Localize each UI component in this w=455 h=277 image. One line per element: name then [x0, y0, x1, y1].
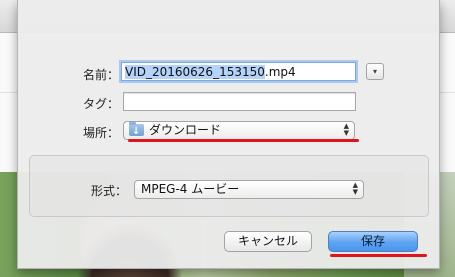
- downloads-folder-icon: [129, 122, 144, 140]
- save-dialog-sheet: 名前： VID_20160626_153150.mp4 ▾ タグ： 場所： ダウ…: [17, 0, 440, 269]
- tags-label: タグ：: [82, 97, 119, 111]
- tags-field[interactable]: [123, 92, 356, 111]
- filename-selected-text: VID_20160626_153150: [125, 65, 265, 79]
- chevron-down-icon: ▾: [372, 67, 377, 76]
- where-label: 場所：: [82, 126, 119, 140]
- format-value: MPEG-4 ムービー: [141, 182, 240, 196]
- where-popup[interactable]: ダウンロード ▲▼: [123, 121, 355, 140]
- name-label: 名前：: [82, 68, 119, 82]
- save-button[interactable]: 保存: [328, 231, 418, 252]
- updown-arrows-icon: ▲ ▼: [343, 122, 349, 137]
- format-label: 形式：: [90, 184, 127, 198]
- updown-arrows-icon: ▲ ▼: [352, 181, 358, 196]
- filename-field[interactable]: VID_20160626_153150.mp4: [121, 62, 356, 81]
- filename-extension: .mp4: [264, 65, 296, 79]
- format-popup[interactable]: MPEG-4 ムービー ▲ ▼: [134, 180, 364, 199]
- where-value: ダウンロード: [149, 123, 222, 137]
- expand-dialog-button[interactable]: ▾: [366, 63, 384, 80]
- cancel-button[interactable]: キャンセル: [224, 231, 312, 252]
- annotation-underline-where: [128, 139, 359, 142]
- annotation-underline-save: [330, 254, 427, 257]
